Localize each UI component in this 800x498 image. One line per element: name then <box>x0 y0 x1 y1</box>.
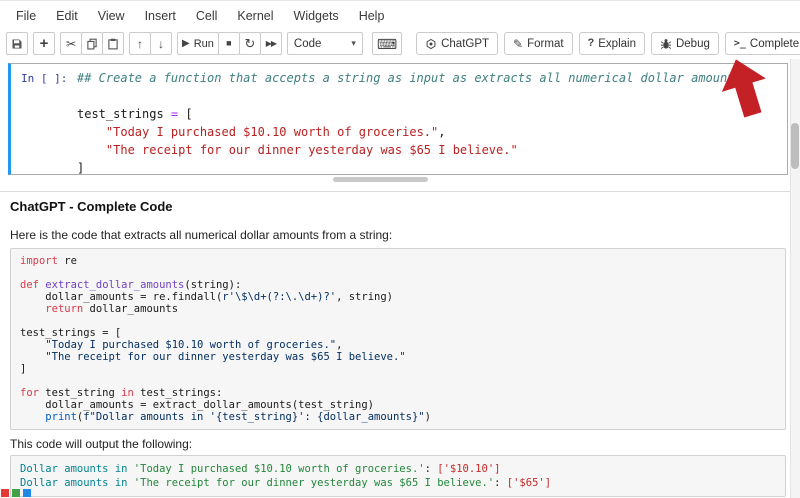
generated-code-block: import re def extract_dollar_amounts(str… <box>10 248 786 430</box>
restart-kernel-button[interactable]: ↻ <box>238 32 261 55</box>
command-palette-button[interactable]: ⌨ <box>371 32 403 55</box>
toolbar: + ✂ ↑ ↓ ▶ Run ■ ↻ ▶▶ Code ▾ ⌨ ChatGPT ✎ … <box>6 32 800 55</box>
save-icon <box>12 39 22 48</box>
chatgpt-panel-title: ChatGPT - Complete Code <box>10 199 173 214</box>
complete-label: Complete <box>749 37 800 50</box>
menu-kernel[interactable]: Kernel <box>227 6 283 26</box>
arrow-down-icon: ↓ <box>158 36 164 51</box>
vertical-scrollbar-thumb[interactable] <box>791 123 799 169</box>
add-cell-button[interactable]: + <box>33 32 55 55</box>
cell-editor[interactable]: ## Create a function that accepts a stri… <box>77 64 787 175</box>
paste-cells-button[interactable] <box>102 32 124 55</box>
cell-prompt: In [ ]: <box>21 72 68 85</box>
generated-output-block: Dollar amounts in 'Today I purchased $10… <box>10 455 786 497</box>
chatgpt-logo-icon <box>426 38 436 49</box>
jupyter-notebook-window: File Edit View Insert Cell Kernel Widget… <box>0 0 800 498</box>
chatgpt-panel-intro: Here is the code that extracts all numer… <box>10 228 393 242</box>
keyboard-icon: ⌨ <box>376 35 398 52</box>
cell-type-select[interactable]: Code ▾ <box>286 32 363 55</box>
arrow-up-icon: ↑ <box>137 36 143 51</box>
debug-label: Debug <box>675 37 710 50</box>
terminal-prompt-icon: >_ <box>733 37 746 49</box>
menu-edit[interactable]: Edit <box>46 6 88 26</box>
cropped-corner-icons <box>1 489 31 497</box>
debug-button[interactable]: Debug <box>650 32 719 55</box>
menu-bar: File Edit View Insert Cell Kernel Widget… <box>6 6 394 26</box>
vertical-scrollbar-track[interactable] <box>790 59 800 498</box>
chatgpt-button[interactable]: ChatGPT <box>416 32 499 55</box>
green-fragment <box>12 489 20 497</box>
panel-divider <box>0 191 800 192</box>
explain-label: Explain <box>598 37 636 50</box>
move-cell-up-button[interactable]: ↑ <box>129 32 151 55</box>
run-label: Run <box>193 37 214 50</box>
format-button[interactable]: ✎ Format <box>504 32 573 55</box>
copy-icon <box>87 38 97 49</box>
blue-fragment <box>23 489 31 497</box>
cut-cells-button[interactable]: ✂ <box>60 32 82 55</box>
menu-help[interactable]: Help <box>349 6 395 26</box>
menu-insert[interactable]: Insert <box>135 6 186 26</box>
menu-view[interactable]: View <box>88 6 135 26</box>
restart-icon: ↻ <box>244 36 256 51</box>
copy-cells-button[interactable] <box>81 32 103 55</box>
chevron-down-icon: ▾ <box>351 38 356 48</box>
chatgpt-label: ChatGPT <box>441 37 490 50</box>
bug-icon <box>660 38 672 49</box>
run-icon: ▶ <box>182 37 190 49</box>
restart-run-all-button[interactable]: ▶▶ <box>259 32 282 55</box>
save-button[interactable] <box>6 32 28 55</box>
scissors-icon: ✂ <box>65 36 77 51</box>
fast-forward-icon: ▶▶ <box>265 38 277 48</box>
pencil-icon: ✎ <box>513 36 524 51</box>
red-fragment <box>1 489 9 497</box>
question-icon: ? <box>587 37 595 49</box>
plus-icon: + <box>39 35 49 52</box>
stop-icon: ■ <box>226 38 232 48</box>
cell-type-value: Code <box>293 37 322 50</box>
format-label: Format <box>527 37 564 50</box>
chatgpt-panel-outro: This code will output the following: <box>10 437 193 451</box>
code-cell[interactable]: In [ ]: ## Create a function that accept… <box>8 63 788 175</box>
move-cell-down-button[interactable]: ↓ <box>150 32 172 55</box>
menu-file[interactable]: File <box>6 6 46 26</box>
menu-widgets[interactable]: Widgets <box>284 6 349 26</box>
interrupt-kernel-button[interactable]: ■ <box>217 32 240 55</box>
horizontal-scrollbar-thumb[interactable] <box>333 177 428 182</box>
menu-cell[interactable]: Cell <box>186 6 228 26</box>
paste-icon <box>108 38 118 49</box>
explain-button[interactable]: ? Explain <box>578 32 645 55</box>
run-button[interactable]: ▶ Run <box>177 32 219 55</box>
